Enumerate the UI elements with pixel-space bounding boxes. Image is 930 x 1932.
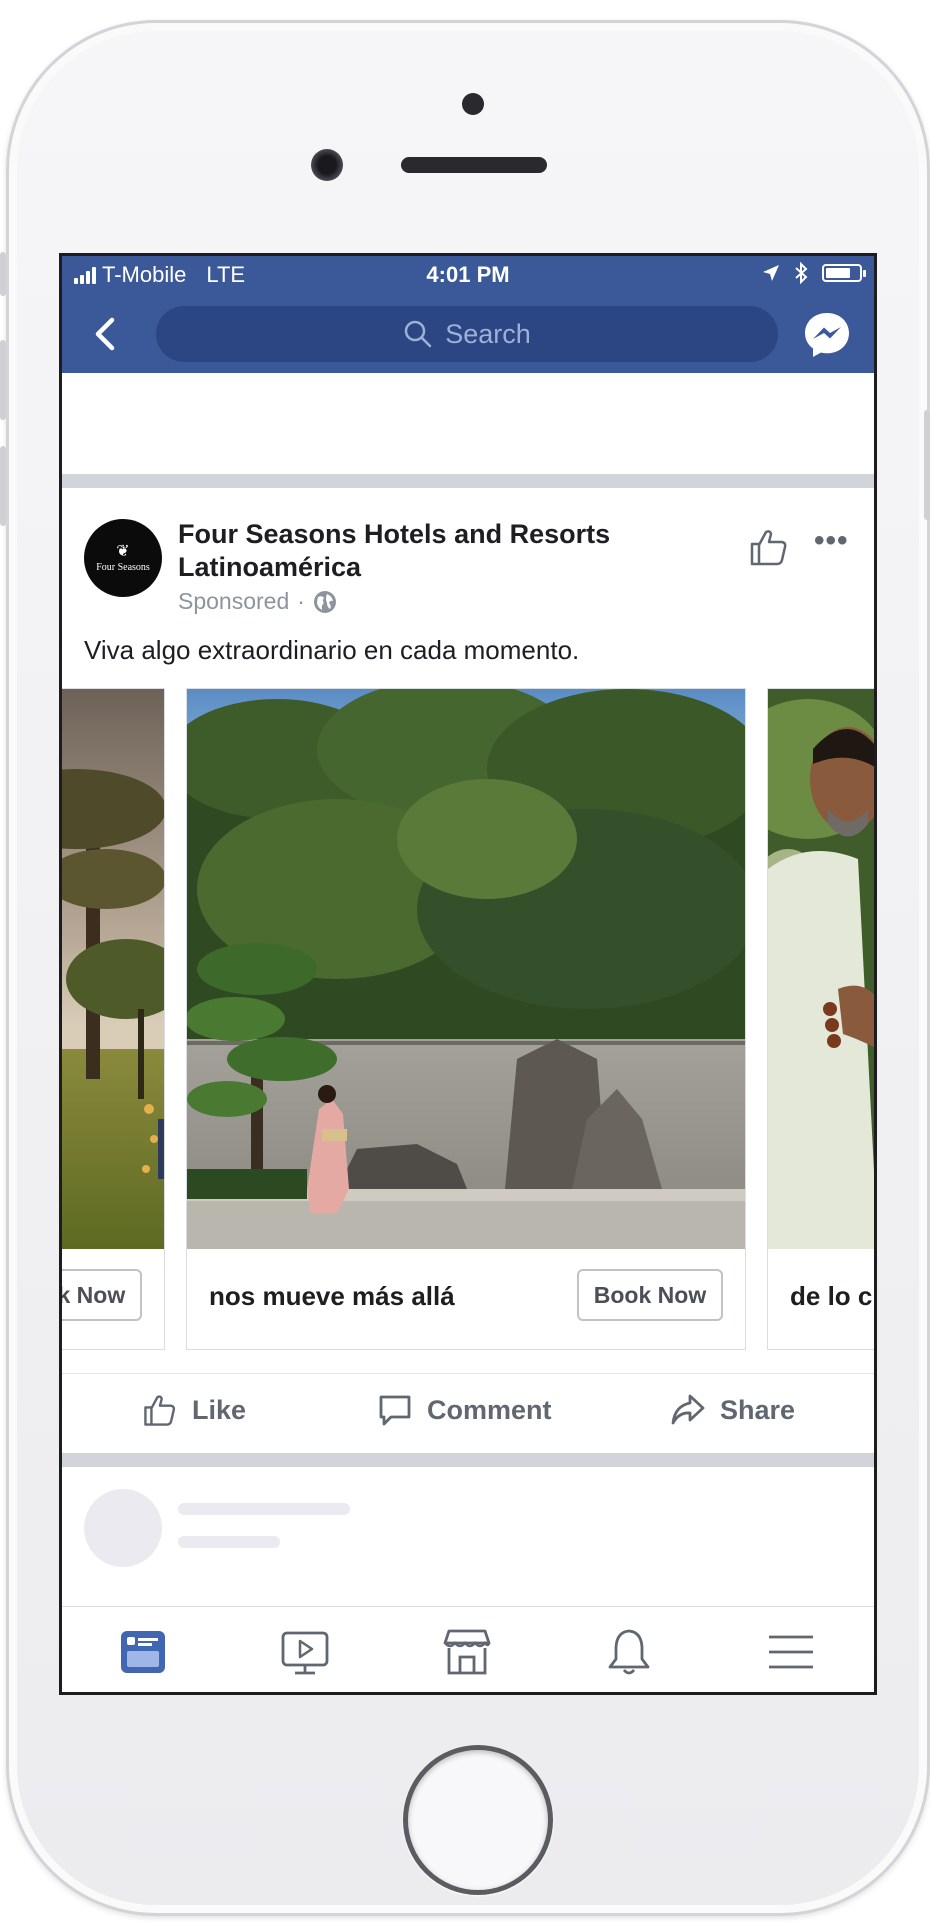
loading-avatar-placeholder bbox=[84, 1489, 162, 1567]
volume-up-button bbox=[0, 340, 6, 420]
news-feed-icon[interactable] bbox=[118, 1627, 168, 1677]
card-title: de lo c bbox=[790, 1281, 873, 1311]
front-camera bbox=[462, 93, 484, 115]
carousel-card[interactable]: nos mueve más allá Book Now bbox=[186, 688, 746, 1350]
card-image-garden bbox=[187, 689, 745, 1249]
home-button[interactable] bbox=[403, 1745, 553, 1895]
card-image-savanna bbox=[62, 689, 164, 1249]
carousel-card[interactable]: de lo c bbox=[767, 688, 874, 1350]
search-placeholder: Search bbox=[445, 318, 531, 349]
card-image-man bbox=[768, 689, 874, 1249]
screen: T-Mobile LTE 4:01 PM Search ❦ Four Seaso… bbox=[59, 253, 877, 1695]
thumbs-up-icon bbox=[144, 1395, 176, 1426]
mute-switch bbox=[0, 252, 6, 296]
volume-down-button bbox=[0, 446, 6, 526]
ad-carousel[interactable]: Book Now bbox=[62, 688, 874, 1350]
loading-line-placeholder bbox=[178, 1503, 350, 1515]
navigation-bar: Search bbox=[62, 296, 874, 373]
loading-line-placeholder bbox=[178, 1536, 280, 1548]
proximity-sensor bbox=[311, 149, 343, 181]
search-icon bbox=[404, 320, 432, 348]
thumbs-up-icon[interactable] bbox=[748, 526, 790, 568]
comment-label: Comment bbox=[427, 1394, 552, 1425]
messenger-icon[interactable] bbox=[802, 310, 852, 360]
sponsored-row: Sponsored · bbox=[178, 588, 337, 615]
share-button[interactable]: Share bbox=[670, 1392, 795, 1428]
carousel-card[interactable]: Book Now bbox=[62, 688, 165, 1350]
share-icon bbox=[671, 1394, 705, 1425]
notifications-icon[interactable] bbox=[604, 1627, 654, 1677]
bluetooth-icon bbox=[795, 262, 808, 284]
more-options-button[interactable]: ••• bbox=[814, 524, 849, 558]
four-seasons-tree-logo-icon: ❦ bbox=[116, 542, 130, 560]
comment-icon bbox=[379, 1395, 411, 1426]
like-button[interactable]: Like bbox=[142, 1392, 246, 1428]
battery-icon bbox=[822, 264, 866, 282]
globe-icon bbox=[313, 590, 336, 613]
search-input[interactable]: Search bbox=[156, 306, 778, 362]
share-label: Share bbox=[720, 1394, 796, 1425]
separator-dot: · bbox=[297, 588, 305, 614]
feed-separator bbox=[62, 474, 874, 488]
post-actions-bar: Like Comment Share bbox=[62, 1373, 874, 1454]
post-text: Viva algo extraordinario en cada momento… bbox=[84, 635, 580, 665]
menu-icon[interactable] bbox=[766, 1627, 816, 1677]
page-name-link[interactable]: Four Seasons Hotels and Resorts Latinoam… bbox=[178, 518, 658, 584]
avatar-logo-text: Four Seasons bbox=[96, 561, 150, 573]
status-icons bbox=[762, 262, 866, 284]
card-title: nos mueve más allá bbox=[209, 1281, 455, 1311]
location-arrow-icon bbox=[763, 265, 779, 281]
status-time: 4:01 PM bbox=[426, 262, 510, 287]
bottom-tab-bar bbox=[62, 1606, 874, 1692]
feed-separator bbox=[62, 1453, 874, 1467]
page-avatar[interactable]: ❦ Four Seasons bbox=[84, 519, 162, 597]
earpiece-speaker bbox=[401, 157, 547, 173]
chevron-left-icon[interactable] bbox=[86, 312, 126, 356]
book-now-button[interactable]: Book Now bbox=[62, 1269, 142, 1321]
comment-button[interactable]: Comment bbox=[377, 1392, 552, 1428]
status-bar: T-Mobile LTE 4:01 PM bbox=[62, 256, 874, 296]
watch-icon[interactable] bbox=[280, 1627, 330, 1677]
marketplace-icon[interactable] bbox=[442, 1627, 492, 1677]
sponsored-label: Sponsored bbox=[178, 588, 290, 614]
feed-blank-area bbox=[62, 373, 874, 474]
power-button bbox=[924, 410, 930, 520]
book-now-button[interactable]: Book Now bbox=[577, 1269, 723, 1321]
like-label: Like bbox=[192, 1394, 247, 1425]
